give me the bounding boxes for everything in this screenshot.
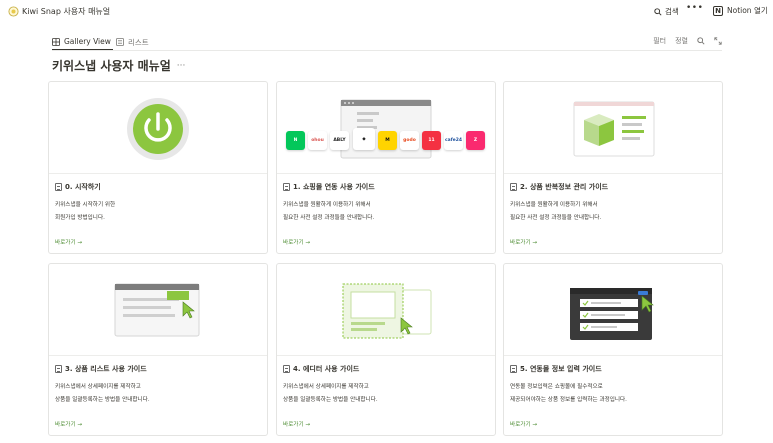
kiwi-logo-icon [8,6,19,17]
go-link[interactable]: 바로가기 → [510,238,537,246]
card-description: 키위스냅을 원활하게 이용하기 위해서 [510,202,598,208]
gallery-card-editor[interactable]: 4. 에디터 사용 가이드 키위스냅에서 상세페이지를 제작하고 상품을 일괄등… [276,263,496,436]
gallery-card-mall-info[interactable]: 5. 연동몰 정보 입력 가이드 연동몰 정보입력은 쇼핑몰에 필수적으로 제공… [503,263,723,436]
card-title: 3. 상품 리스트 사용 가이드 [55,364,147,374]
search-icon[interactable] [697,37,705,45]
card-description: 키위스냅을 시작하기 위한 [55,202,116,208]
go-link[interactable]: 바로가기 → [55,238,82,246]
open-notion-label: Notion 열기 [727,6,768,15]
top-bar: Kiwi Snap 사용자 매뉴얼 검색 ••• N Notion 열기 [0,0,773,24]
filter-button[interactable]: 필터 [653,36,666,46]
page-title-text: 키위스냅 사용자 매뉴얼 [52,59,171,73]
editor-illustration [342,283,432,339]
card-description: 상품을 일괄등록하는 방법을 안내합니다. [283,397,378,403]
product-box-illustration [573,101,655,157]
page-icon [510,183,517,191]
brand-ably-icon: ABLY [330,131,349,150]
list-icon [116,38,124,46]
card-title-text: 5. 연동몰 정보 입력 가이드 [520,365,602,373]
gallery-card-product-list[interactable]: 3. 상품 리스트 사용 가이드 키위스냅에서 상세페이지를 제작하고 상품을 … [48,263,268,436]
expand-icon[interactable] [714,37,722,45]
brand-cafe24-icon: cafe24 [444,131,463,150]
page-icon [510,365,517,373]
card-title: 4. 에디터 사용 가이드 [283,364,359,374]
card-title-text: 3. 상품 리스트 사용 가이드 [65,365,147,373]
open-notion-button[interactable]: N Notion 열기 [713,5,768,16]
card-cover [49,82,267,174]
brand-zigzag-icon: Z [466,131,485,150]
gallery-card-shop-integration[interactable]: N ohou ABLY ◆ M godo 11 cafe24 Z 1. 쇼핑몰 … [276,81,496,254]
card-title-text: 4. 에디터 사용 가이드 [293,365,360,373]
card-description: 키위스냅에서 상세페이지를 제작하고 [283,384,369,390]
go-link[interactable]: 바로가기 → [55,420,82,428]
tab-gallery-view[interactable]: Gallery View [52,34,113,50]
page-title: 키위스냅 사용자 매뉴얼 ··· [52,57,185,74]
page-icon [283,365,290,373]
card-cover: N ohou ABLY ◆ M godo 11 cafe24 Z [277,82,495,174]
card-description: 키위스냅에서 상세페이지를 제작하고 [55,384,141,390]
card-title: 1. 쇼핑몰 연동 사용 가이드 [283,182,375,192]
card-title: 2. 상품 반복정보 관리 가이드 [510,182,608,192]
power-button-illustration [127,98,189,160]
go-link[interactable]: 바로가기 → [510,420,537,428]
sort-button[interactable]: 정렬 [675,36,688,46]
card-title: 5. 연동몰 정보 입력 가이드 [510,364,602,374]
gallery-card-start[interactable]: 0. 시작하기 키위스냅을 시작하기 위한 회원가입 방법입니다. 바로가기 → [48,81,268,254]
card-description: 회원가입 방법입니다. [55,215,105,221]
card-title-text: 1. 쇼핑몰 연동 사용 가이드 [293,183,375,191]
page-icon [283,183,290,191]
go-link[interactable]: 바로가기 → [283,420,310,428]
brand-musinsa-icon: M [378,131,397,150]
brand-kiwi-icon: ◆ [353,128,375,150]
gallery-grid-icon [52,37,60,46]
form-illustration [570,288,654,340]
card-cover [49,264,267,356]
card-title-text: 2. 상품 반복정보 관리 가이드 [520,183,609,191]
page-more-button[interactable]: ··· [177,61,186,71]
card-cover [504,82,722,174]
card-title: 0. 시작하기 [55,182,101,192]
page-icon [55,183,62,191]
brand-11st-icon: 11 [422,131,441,150]
card-cover [504,264,722,356]
card-description: 연동몰 정보입력은 쇼핑몰에 필수적으로 [510,384,603,390]
card-title-text: 0. 시작하기 [65,183,101,191]
search-icon [654,7,662,16]
tab-list-label: 리스트 [128,37,149,47]
view-tabs: Gallery View 리스트 필터 정렬 [52,34,722,51]
brand-godo-icon: godo [400,131,419,150]
search-button[interactable]: 검색 [654,6,679,17]
card-description: 상품을 일괄등록하는 방법을 안내합니다. [55,397,150,403]
go-link[interactable]: 바로가기 → [283,238,310,246]
product-list-illustration [114,283,200,337]
tab-gallery-label: Gallery View [64,37,111,46]
card-description: 키위스냅을 원활하게 이용하기 위해서 [283,202,371,208]
card-description: 필요한 사전 설정 과정들을 안내합니다. [510,215,602,221]
card-description: 필요한 사전 설정 과정들을 안내합니다. [283,215,375,221]
window-illustration [340,99,432,159]
more-button[interactable]: ••• [686,3,703,13]
view-tools: 필터 정렬 [653,36,722,46]
page-icon [55,365,62,373]
brand-naver-icon: N [286,131,305,150]
app-title[interactable]: Kiwi Snap 사용자 매뉴얼 [22,6,110,17]
brand-ohou-icon: ohou [308,131,327,150]
notion-logo-icon: N [713,5,723,16]
card-cover [277,264,495,356]
tab-list-view[interactable]: 리스트 [116,34,149,50]
card-description: 제공되어야하는 상품 정보를 입력하는 과정입니다. [510,397,627,403]
gallery-card-repeat-info[interactable]: 2. 상품 반복정보 관리 가이드 키위스냅을 원활하게 이용하기 위해서 필요… [503,81,723,254]
search-label: 검색 [665,7,679,16]
